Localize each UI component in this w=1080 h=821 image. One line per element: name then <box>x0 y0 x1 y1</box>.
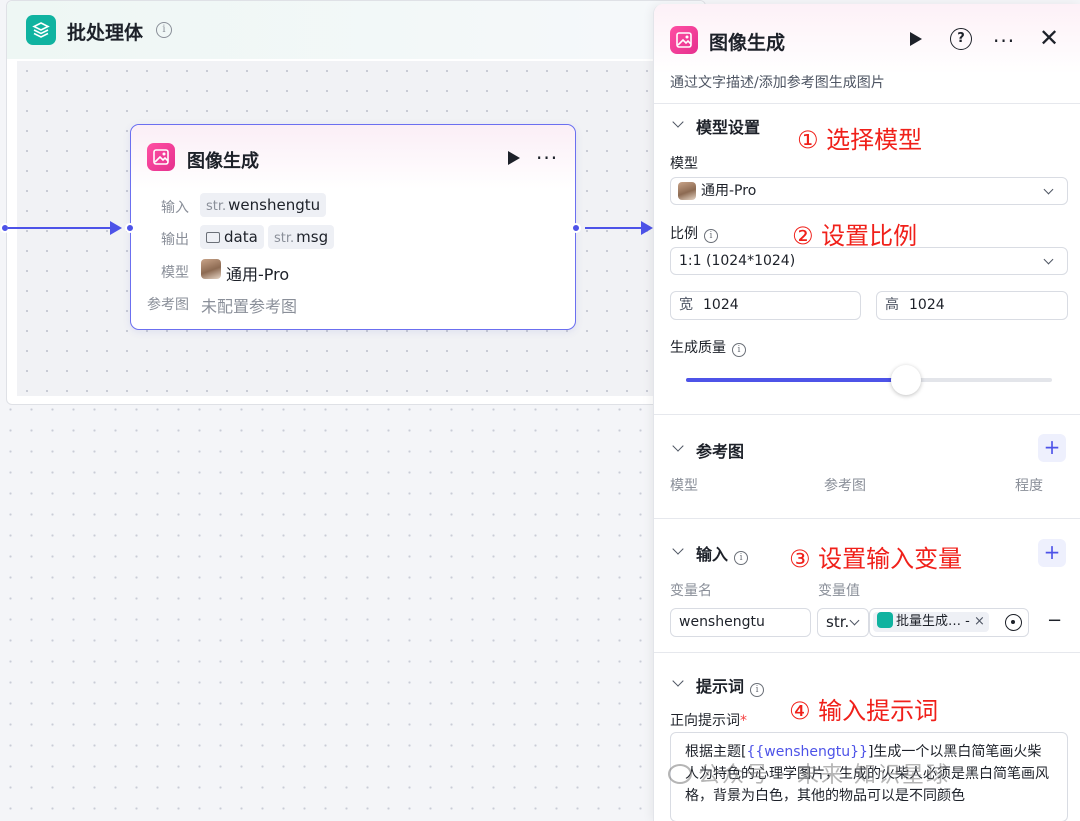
info-icon[interactable]: i <box>156 22 172 38</box>
model-avatar <box>201 259 221 279</box>
output-data-tag: data <box>200 225 264 249</box>
annotation-3: ③ 设置输入变量 <box>789 545 963 573</box>
model-value: 通用-Pro <box>226 265 290 284</box>
batch-layers-icon <box>26 15 56 45</box>
add-reference-button[interactable]: + <box>1038 434 1066 462</box>
more-icon[interactable]: ··· <box>993 31 1015 51</box>
positive-prompt-label: 正向提示词* <box>670 713 747 729</box>
chevron-down-icon[interactable] <box>672 675 684 687</box>
ref-chip: 批量生成… - × <box>873 612 989 632</box>
node-title: 图像生成 <box>187 151 259 172</box>
info-icon[interactable]: i <box>734 551 749 565</box>
image-gen-icon <box>147 143 175 171</box>
panel-description: 通过文字描述/添加参考图生成图片 <box>670 75 885 91</box>
output-msg-tag: str. msg <box>268 225 335 249</box>
outgoing-arrow-icon <box>641 221 653 235</box>
outgoing-edge <box>585 227 643 229</box>
wechat-icon <box>668 764 692 784</box>
ratio-select[interactable]: 1:1 (1024*1024) <box>670 247 1068 275</box>
output-label: 输出 <box>161 232 189 248</box>
input-col-name: 变量名 <box>670 583 712 599</box>
ratio-label: 比例 i <box>670 223 718 243</box>
width-input[interactable]: 宽 1024 <box>670 291 861 320</box>
model-settings-title[interactable]: 模型设置 <box>696 114 760 138</box>
model-avatar <box>678 182 696 200</box>
quality-label: 生成质量 i <box>670 337 746 357</box>
remove-input-button[interactable]: − <box>1047 610 1062 631</box>
annotation-4: ④ 输入提示词 <box>789 697 939 725</box>
ref-value: 未配置参考图 <box>201 297 298 316</box>
quality-slider-thumb[interactable] <box>890 365 921 395</box>
help-icon[interactable]: ? <box>950 28 972 50</box>
reference-title[interactable]: 参考图 <box>696 438 744 462</box>
divider <box>654 518 1080 519</box>
info-icon[interactable]: i <box>704 229 718 243</box>
incoming-arrow-icon <box>110 221 122 235</box>
ref-col-model: 模型 <box>670 478 698 494</box>
chevron-down-icon[interactable] <box>672 440 684 452</box>
batch-title: 批处理体 <box>67 22 144 44</box>
play-icon[interactable] <box>910 32 922 46</box>
batch-layers-icon <box>877 612 893 628</box>
incoming-edge <box>8 227 118 229</box>
inputs-title[interactable]: 输入 i <box>696 541 749 565</box>
info-icon[interactable]: i <box>750 683 765 697</box>
quality-slider-fill <box>686 378 906 382</box>
divider <box>654 652 1080 653</box>
quality-slider[interactable] <box>686 365 1052 395</box>
node-output-port[interactable] <box>571 223 581 233</box>
play-icon[interactable] <box>508 151 520 165</box>
target-icon[interactable] <box>1005 614 1022 631</box>
panel-title: 图像生成 <box>709 32 786 54</box>
node-input-port[interactable] <box>125 223 135 233</box>
chevron-down-icon[interactable] <box>672 543 684 555</box>
watermark: 公众号 · 未来·知识星球 <box>668 757 950 789</box>
input-col-value: 变量值 <box>818 583 860 599</box>
ref-col-image: 参考图 <box>824 478 866 494</box>
more-icon[interactable]: ··· <box>536 148 558 168</box>
var-type-select[interactable]: str. <box>817 608 869 637</box>
batch-header: 批处理体 i <box>7 1 705 59</box>
image-type-icon <box>206 232 220 243</box>
input-label: 输入 <box>161 200 189 216</box>
add-input-button[interactable]: + <box>1038 539 1066 567</box>
annotation-1: ① 选择模型 <box>797 126 923 154</box>
chip-close-icon[interactable]: × <box>974 614 985 629</box>
input-var-tag: str. wenshengtu <box>200 193 327 217</box>
ref-label: 参考图 <box>147 297 189 313</box>
divider <box>654 414 1080 415</box>
model-label: 模型 <box>161 265 189 281</box>
height-input[interactable]: 高 1024 <box>876 291 1068 320</box>
model-select[interactable]: 通用-Pro <box>670 177 1068 205</box>
image-gen-node[interactable]: 图像生成 ··· 输入 str. wenshengtu 输出 data str. m… <box>130 124 576 330</box>
prompt-title[interactable]: 提示词 i <box>696 673 765 697</box>
close-icon[interactable]: ✕ <box>1039 24 1059 52</box>
chevron-down-icon[interactable] <box>672 116 684 128</box>
image-gen-icon <box>670 26 698 54</box>
divider <box>654 103 1080 104</box>
annotation-2: ② 设置比例 <box>792 222 918 250</box>
ref-col-degree: 程度 <box>1015 478 1043 494</box>
info-icon[interactable]: i <box>732 343 746 357</box>
var-name-input[interactable]: wenshengtu <box>670 608 811 637</box>
model-field-label: 模型 <box>670 156 698 172</box>
